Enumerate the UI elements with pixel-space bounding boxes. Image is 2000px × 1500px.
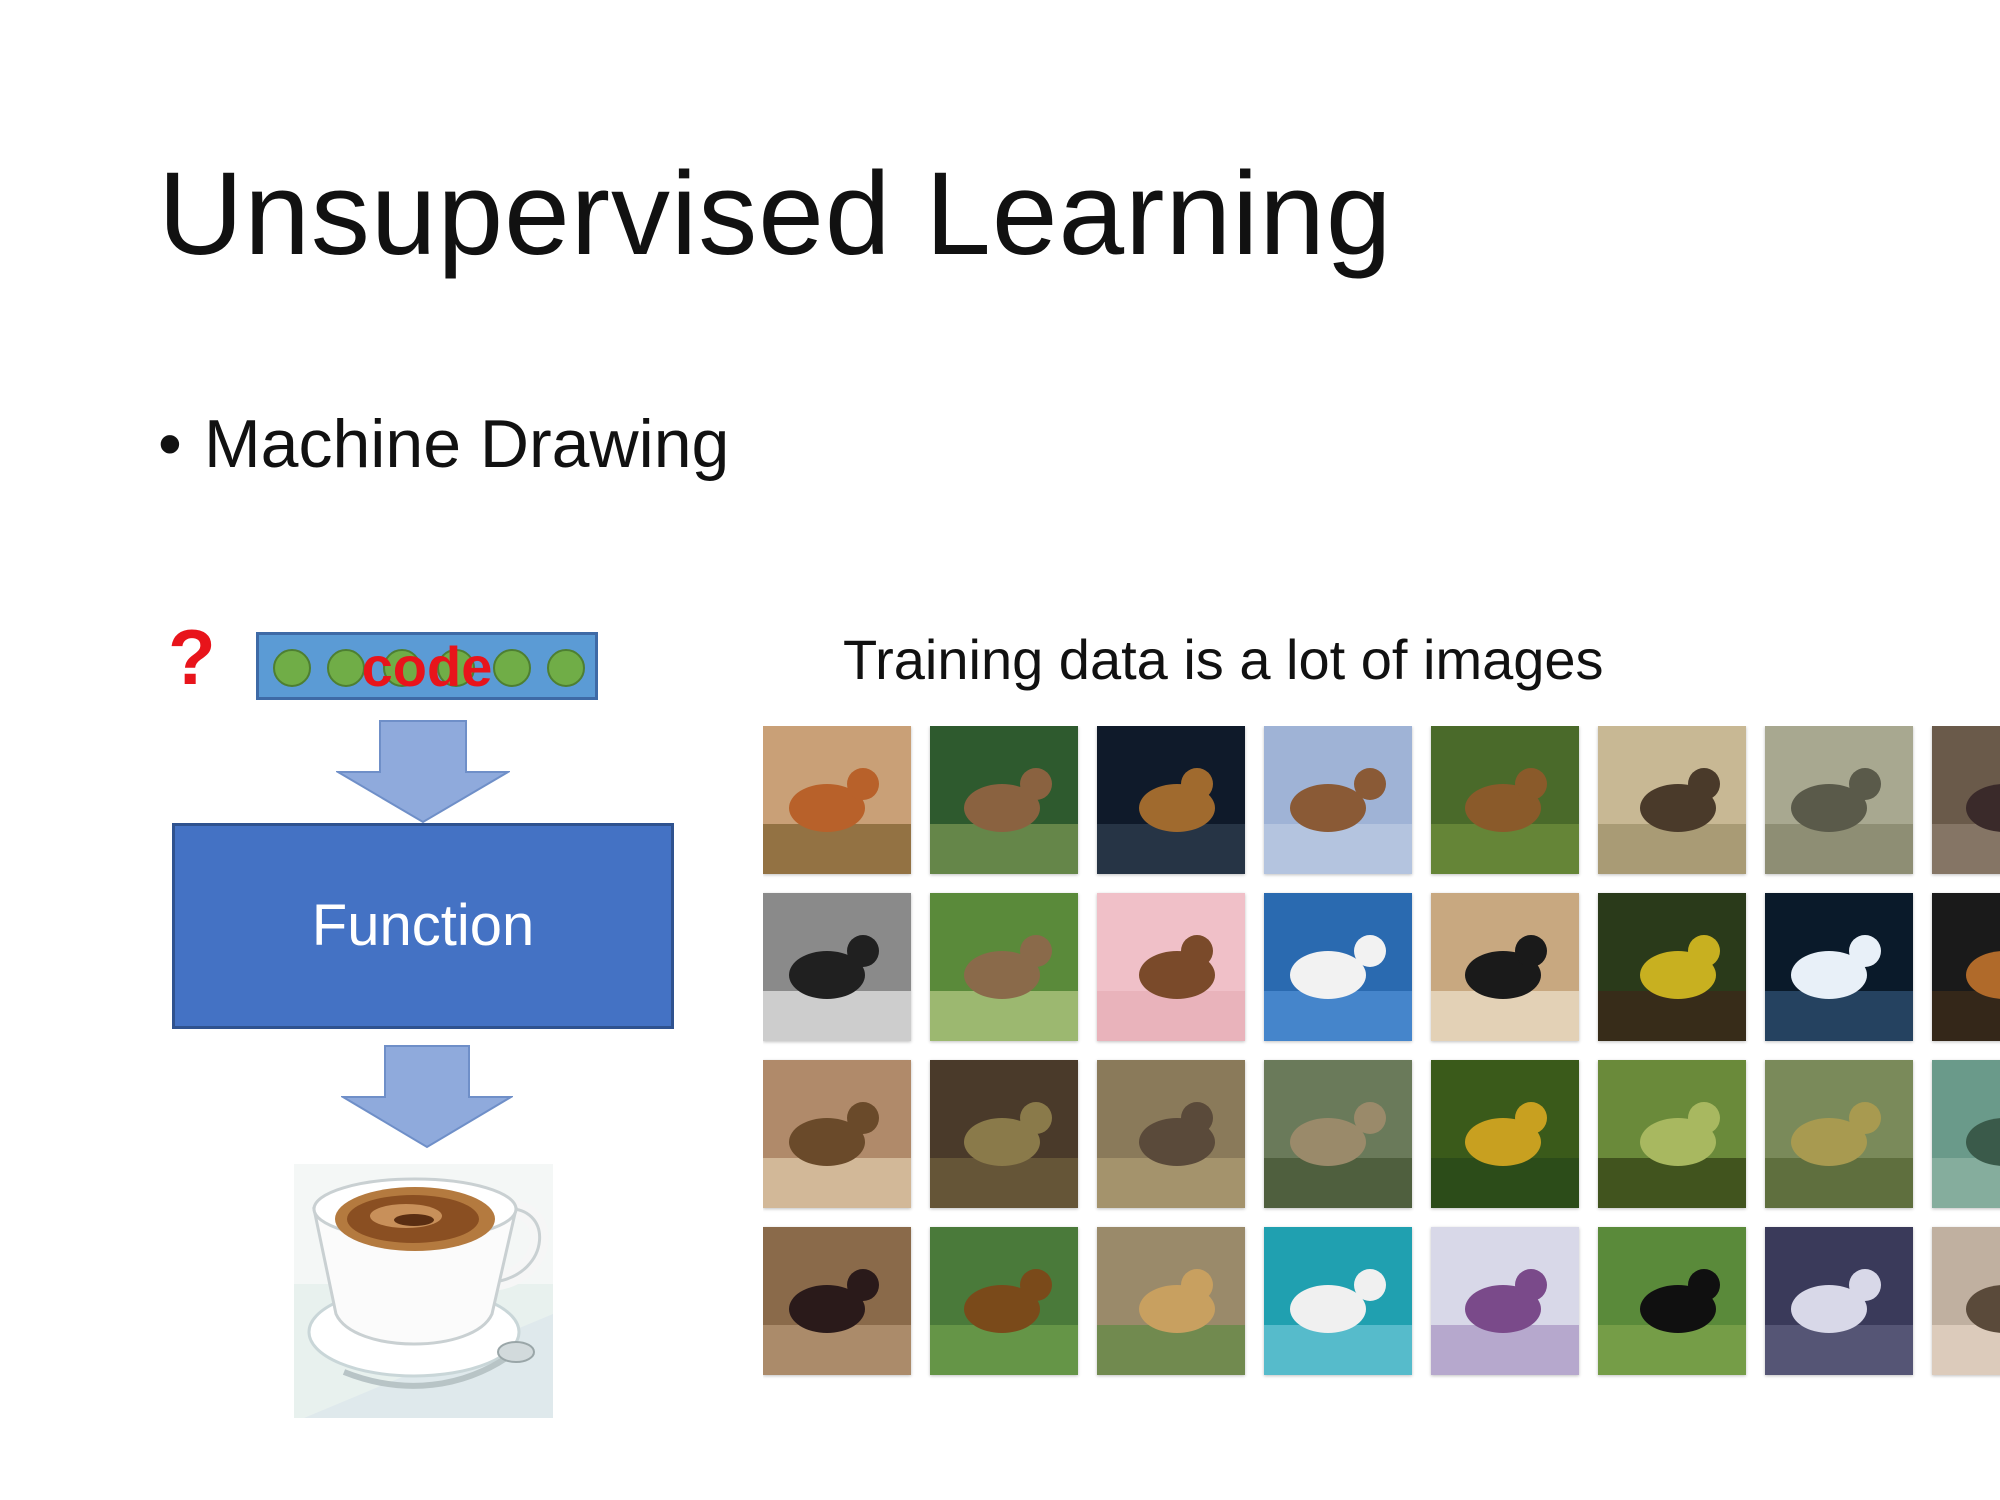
down-arrow-icon — [336, 720, 510, 824]
training-image-horse — [763, 1227, 911, 1375]
question-mark: ? — [168, 613, 216, 701]
training-image-dog — [1431, 893, 1579, 1041]
training-image-frog — [1932, 1060, 2000, 1208]
code-vector-box: code — [256, 632, 598, 700]
training-image-dog — [763, 893, 911, 1041]
bullet-item: • Machine Drawing — [158, 410, 729, 478]
training-image-deer — [1765, 726, 1913, 874]
training-image-horse — [1097, 1227, 1245, 1375]
training-image-horse — [1932, 1227, 2000, 1375]
training-image-deer — [1097, 726, 1245, 874]
training-image-horse — [1431, 1227, 1579, 1375]
slide: Unsupervised Learning • Machine Drawing ?… — [0, 0, 2000, 1500]
bullet-text: Machine Drawing — [204, 406, 730, 482]
function-box: Function — [172, 823, 674, 1029]
training-image-dog — [1765, 893, 1913, 1041]
training-image-frog — [1431, 1060, 1579, 1208]
code-label: code — [361, 635, 493, 698]
training-image-frog — [763, 1060, 911, 1208]
training-image-frog — [930, 1060, 1078, 1208]
coffee-cup-image — [294, 1164, 553, 1418]
training-image-horse — [930, 1227, 1078, 1375]
training-image-dog — [1097, 893, 1245, 1041]
training-image-deer — [1932, 726, 2000, 874]
slide-title: Unsupervised Learning — [158, 148, 1393, 280]
training-image-deer — [930, 726, 1078, 874]
training-image-dog — [1598, 893, 1746, 1041]
bullet-marker: • — [158, 406, 182, 482]
training-image-deer — [763, 726, 911, 874]
training-image-dog — [1264, 893, 1412, 1041]
training-image-dog — [1932, 893, 2000, 1041]
down-arrow-icon — [341, 1045, 513, 1149]
training-image-deer — [1598, 726, 1746, 874]
training-image-horse — [1765, 1227, 1913, 1375]
training-image-deer — [1431, 726, 1579, 874]
training-image-horse — [1264, 1227, 1412, 1375]
function-label: Function — [311, 893, 535, 958]
training-image-frog — [1097, 1060, 1245, 1208]
training-image-frog — [1598, 1060, 1746, 1208]
training-data-caption: Training data is a lot of images — [843, 628, 1604, 691]
training-image-dog — [930, 893, 1078, 1041]
training-image-deer — [1264, 726, 1412, 874]
training-image-frog — [1765, 1060, 1913, 1208]
training-image-horse — [1598, 1227, 1746, 1375]
training-image-grid — [763, 726, 2000, 1384]
training-image-frog — [1264, 1060, 1412, 1208]
